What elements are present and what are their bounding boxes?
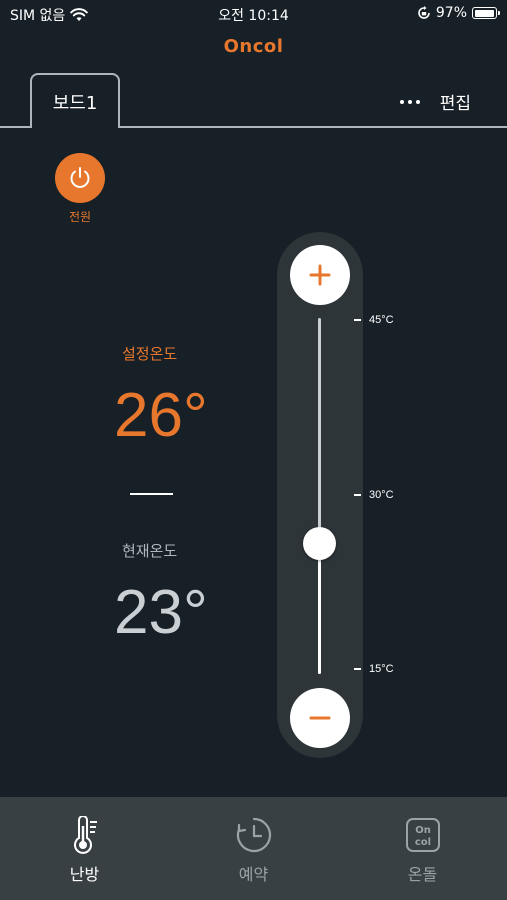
tab-actions: 편집 bbox=[399, 89, 471, 114]
tick-mark bbox=[354, 668, 361, 670]
battery-level bbox=[474, 9, 494, 17]
battery-icon bbox=[472, 7, 500, 19]
app-logo: Oncol bbox=[223, 36, 284, 57]
tick-15: 15°C bbox=[354, 663, 394, 675]
nav-heating[interactable]: 난방 bbox=[0, 797, 169, 900]
orientation-lock-icon bbox=[418, 6, 430, 19]
tick-30: 30°C bbox=[354, 489, 394, 501]
plus-icon bbox=[309, 264, 331, 286]
set-temp-value: 26° bbox=[114, 381, 208, 450]
tick-mark bbox=[354, 494, 361, 496]
thermometer-icon bbox=[65, 815, 105, 855]
current-temp-value: 23° bbox=[114, 578, 208, 647]
slider-thumb[interactable] bbox=[303, 527, 336, 561]
status-right: 97% bbox=[417, 5, 500, 21]
tick-mark bbox=[354, 319, 361, 321]
nav-schedule[interactable]: 예약 bbox=[169, 797, 338, 900]
power-control: 전원 bbox=[55, 153, 105, 225]
tick-label: 30°C bbox=[369, 489, 394, 501]
oncol-logo-icon: On col bbox=[403, 815, 443, 855]
tick-label: 45°C bbox=[369, 314, 394, 326]
tab-board1[interactable]: 보드1 bbox=[30, 73, 120, 128]
more-icon[interactable] bbox=[399, 99, 420, 104]
temperature-slider bbox=[277, 232, 363, 758]
edit-button[interactable]: 편집 bbox=[440, 89, 471, 114]
svg-text:col: col bbox=[414, 837, 430, 848]
clock-icon bbox=[234, 815, 274, 855]
minus-icon bbox=[309, 716, 331, 720]
tick-label: 15°C bbox=[369, 663, 394, 675]
tick-45: 45°C bbox=[354, 314, 394, 326]
temp-divider bbox=[130, 493, 173, 495]
power-icon bbox=[70, 167, 90, 188]
nav-schedule-label: 예약 bbox=[238, 865, 269, 884]
battery-percent: 97% bbox=[435, 5, 467, 21]
power-button[interactable] bbox=[55, 153, 105, 203]
nav-ondol-label: 온돌 bbox=[407, 865, 438, 884]
status-bar: SIM 없음 오전 10:14 97% bbox=[0, 0, 507, 30]
current-temp-label: 현재온도 bbox=[122, 542, 178, 560]
bottom-nav: 난방 예약 On col 온돌 bbox=[0, 797, 507, 900]
decrease-button[interactable] bbox=[290, 688, 350, 748]
nav-heating-label: 난방 bbox=[69, 865, 100, 884]
svg-text:On: On bbox=[415, 825, 431, 836]
set-temp-label: 설정온도 bbox=[122, 345, 178, 363]
power-label: 전원 bbox=[68, 210, 92, 224]
increase-button[interactable] bbox=[290, 245, 350, 305]
nav-ondol[interactable]: On col 온돌 bbox=[338, 797, 507, 900]
board-tabs: 보드1 편집 bbox=[0, 72, 507, 128]
slider-fill bbox=[318, 543, 321, 674]
